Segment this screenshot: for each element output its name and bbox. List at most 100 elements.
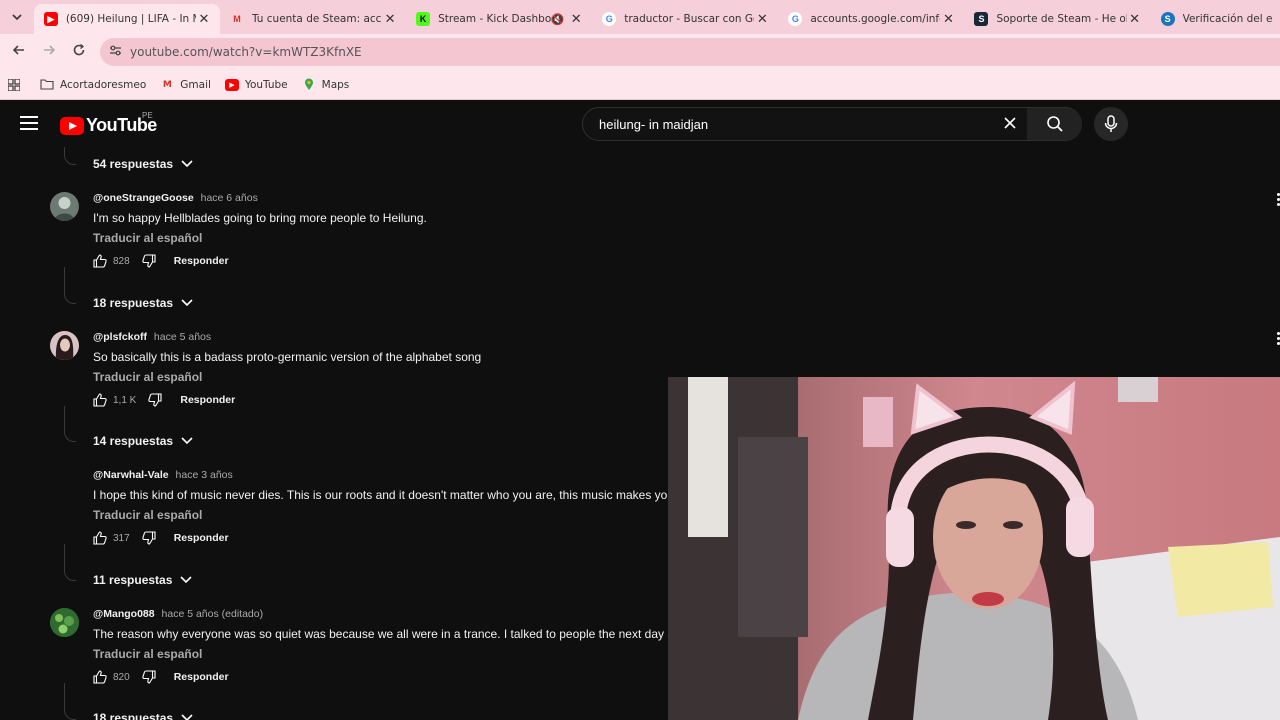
forward-button[interactable] <box>34 43 64 61</box>
replies-count: 11 respuestas <box>93 573 173 587</box>
comment-actions: 820 Responder <box>93 670 229 684</box>
comment-actions: 828 Responder <box>93 254 229 268</box>
thumbs-up-icon[interactable] <box>93 670 107 684</box>
translate-button[interactable]: Traducir al español <box>93 231 202 245</box>
voice-search-button[interactable] <box>1094 107 1128 141</box>
tab-google-translate-search[interactable]: G traductor - Buscar con Google ✕ <box>592 4 778 34</box>
comment-time[interactable]: hace 3 años <box>176 469 233 481</box>
arrow-right-icon <box>44 45 56 55</box>
reply-button[interactable]: Responder <box>174 255 229 267</box>
browser-tab-strip: ▶ (609) Heilung | LIFA - In Maidjan ✕ M … <box>0 0 1280 34</box>
thread-connector <box>64 406 76 442</box>
bookmark-label: Acortadoresmeo <box>60 78 147 91</box>
close-tab-icon[interactable]: ✕ <box>568 11 584 27</box>
translate-button[interactable]: Traducir al español <box>93 647 202 661</box>
google-icon: G <box>788 12 803 26</box>
tab-kick-dashboard[interactable]: K Stream - Kick Dashboard 🔇 ✕ <box>406 4 592 34</box>
kick-icon: K <box>416 12 431 26</box>
youtube-icon: ▶ <box>224 78 239 91</box>
avatar[interactable] <box>50 331 79 360</box>
translate-button[interactable]: Traducir al español <box>93 508 202 522</box>
close-tab-icon[interactable]: ✕ <box>382 11 398 27</box>
close-tab-icon[interactable]: ✕ <box>1127 11 1143 27</box>
replies-count: 18 respuestas <box>93 296 174 310</box>
clear-search-button[interactable] <box>1003 114 1017 135</box>
bookmark-youtube[interactable]: ▶ YouTube <box>224 78 288 91</box>
thumbs-down-icon[interactable] <box>148 393 162 407</box>
thread-connector <box>64 147 76 165</box>
youtube-logo[interactable]: YouTube PE <box>60 111 157 136</box>
close-tab-icon[interactable]: ✕ <box>940 11 956 27</box>
comment-time[interactable]: hace 6 años <box>201 192 258 204</box>
reload-icon <box>73 43 85 56</box>
close-icon <box>1004 117 1016 129</box>
search-box: heilung- in maidjan <box>582 107 1082 141</box>
apps-button[interactable] <box>8 78 20 91</box>
reply-button[interactable]: Responder <box>174 671 229 683</box>
thumbs-up-icon[interactable] <box>93 254 107 268</box>
thread-connector <box>64 267 76 304</box>
view-replies-button[interactable]: 54 respuestas <box>93 157 193 171</box>
search-input[interactable]: heilung- in maidjan <box>599 117 708 132</box>
view-replies-button[interactable]: 14 respuestas <box>93 434 193 448</box>
replies-count: 14 respuestas <box>93 434 174 448</box>
muted-speaker-icon[interactable]: 🔇 <box>551 13 565 26</box>
thumbs-up-icon[interactable] <box>93 393 107 407</box>
back-button[interactable] <box>4 43 34 61</box>
view-replies-button[interactable]: 18 respuestas <box>93 711 193 720</box>
youtube-header: YouTube PE heilung- in maidjan <box>0 101 1280 147</box>
thumbs-down-icon[interactable] <box>142 531 156 545</box>
youtube-play-icon <box>60 116 84 135</box>
tab-search-button[interactable] <box>0 0 34 34</box>
translate-button[interactable]: Traducir al español <box>93 370 202 384</box>
thread-connector <box>64 544 76 581</box>
thumbs-up-icon[interactable] <box>93 531 107 545</box>
view-replies-button[interactable]: 11 respuestas <box>93 573 192 587</box>
bookmark-maps[interactable]: Maps <box>302 78 349 91</box>
replies-count: 18 respuestas <box>93 711 174 720</box>
comment-header: @Narwhal-Vale hace 3 años <box>93 469 233 481</box>
close-tab-icon[interactable]: ✕ <box>754 11 770 27</box>
webcam-overlay <box>668 377 1280 720</box>
tab-youtube-video[interactable]: ▶ (609) Heilung | LIFA - In Maidjan ✕ <box>33 4 220 34</box>
avatar[interactable] <box>50 192 79 221</box>
comment-time[interactable]: hace 5 años <box>154 331 211 343</box>
comment-author[interactable]: @Narwhal-Vale <box>93 469 169 481</box>
tab-steam-support[interactable]: S Soporte de Steam - He olvidado ✕ <box>964 4 1150 34</box>
tab-google-accounts[interactable]: G accounts.google.com/info/se ✕ <box>778 4 964 34</box>
bookmark-gmail[interactable]: M Gmail <box>160 79 211 91</box>
avatar[interactable] <box>50 608 79 637</box>
gmail-icon: M <box>233 14 241 24</box>
avatar[interactable] <box>50 469 79 498</box>
bookmark-acortadoresmeo[interactable]: Acortadoresmeo <box>40 79 146 91</box>
folder-icon <box>40 79 54 91</box>
maps-icon <box>302 78 316 91</box>
comment-actions: 317 Responder <box>93 531 229 545</box>
thumbs-down-icon[interactable] <box>142 670 156 684</box>
close-tab-icon[interactable]: ✕ <box>196 11 212 27</box>
comment-author[interactable]: @plsfckoff <box>93 331 147 343</box>
address-bar[interactable]: youtube.com/watch?v=kmWTZ3KfnXE <box>100 38 1280 66</box>
url-text: youtube.com/watch?v=kmWTZ3KfnXE <box>130 45 362 59</box>
like-count: 317 <box>113 532 130 544</box>
comment-header: @Mango088 hace 5 años (editado) <box>93 608 263 620</box>
reply-button[interactable]: Responder <box>180 394 235 406</box>
bookmarks-bar: Acortadoresmeo M Gmail ▶ YouTube Maps <box>0 70 1280 100</box>
reply-button[interactable]: Responder <box>174 532 229 544</box>
tab-title: Stream - Kick Dashboard <box>438 13 551 25</box>
view-replies-button[interactable]: 18 respuestas <box>93 296 193 310</box>
comment-item: @oneStrangeGoose hace 6 años I'm so happ… <box>50 192 1280 272</box>
thread-connector <box>64 683 76 720</box>
comment-author[interactable]: @Mango088 <box>93 608 155 620</box>
site-settings-icon[interactable] <box>100 44 130 60</box>
comment-header: @plsfckoff hace 5 años <box>93 331 211 343</box>
thumbs-down-icon[interactable] <box>142 254 156 268</box>
reload-button[interactable] <box>64 43 94 61</box>
comment-author[interactable]: @oneStrangeGoose <box>93 192 194 204</box>
comment-time[interactable]: hace 5 años (editado) <box>162 608 264 620</box>
tab-email-verification[interactable]: S Verificación del email <box>1151 4 1280 34</box>
menu-button[interactable] <box>20 116 38 130</box>
search-button[interactable] <box>1027 108 1082 140</box>
tab-title: traductor - Buscar con Google <box>624 13 754 25</box>
tab-gmail-steam[interactable]: M Tu cuenta de Steam: acceso ✕ <box>220 4 406 34</box>
